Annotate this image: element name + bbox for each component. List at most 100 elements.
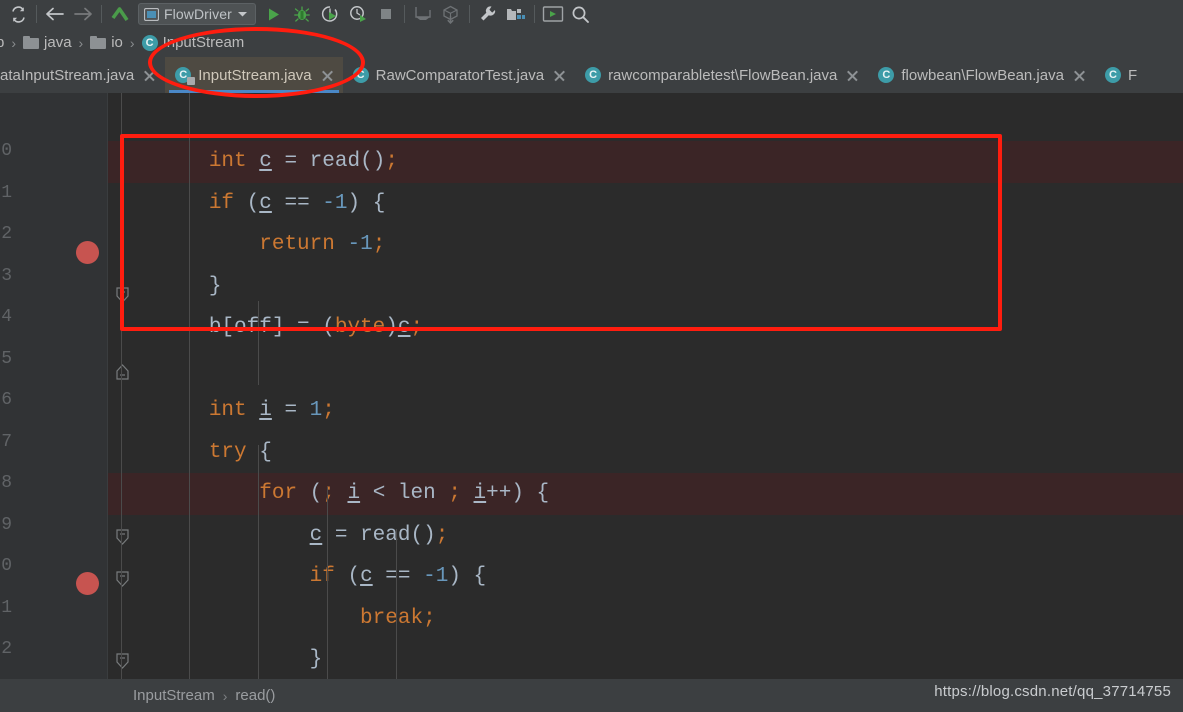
code-token: } — [108, 274, 222, 298]
breadcrumb-item-io[interactable]: io — [90, 34, 123, 51]
class-icon: C — [585, 67, 602, 83]
code-token: break — [360, 606, 424, 630]
close-icon[interactable] — [321, 69, 334, 82]
close-icon[interactable] — [143, 69, 156, 82]
tab-label: InputStream.java — [198, 66, 312, 84]
breadcrumb-separator: › — [78, 34, 84, 51]
back-arrow-icon[interactable] — [41, 2, 69, 26]
terminal-icon[interactable] — [539, 2, 567, 26]
code-token: if — [208, 191, 235, 215]
indent-guide — [189, 93, 190, 679]
code-line[interactable]: } — [108, 266, 1183, 308]
code-token: b[off] = ( — [108, 316, 335, 339]
code-token: = — [271, 399, 310, 422]
code-token: { — [246, 440, 272, 464]
code-token: byte — [334, 316, 386, 339]
tab-rawcomparabletest-flowbean[interactable]: C rawcomparabletest\FlowBean.java — [575, 57, 868, 93]
code-token: ; — [372, 233, 386, 256]
bottom-breadcrumb-class[interactable]: InputStream — [133, 687, 215, 704]
breakpoint-marker[interactable] — [76, 241, 99, 264]
code-line[interactable]: int i = 1; — [108, 390, 1183, 432]
run-config-icon — [144, 7, 159, 21]
run-icon[interactable] — [260, 2, 288, 26]
toolbar-separator — [36, 5, 37, 23]
code-line[interactable]: } — [108, 639, 1183, 679]
tab-label: RawComparatorTest.java — [375, 66, 545, 84]
code-line[interactable]: b[off] = (byte)c; — [108, 307, 1183, 349]
bottom-breadcrumb-method[interactable]: read() — [235, 687, 275, 704]
run-coverage-icon[interactable] — [316, 2, 344, 26]
code-token: ) — [385, 316, 398, 339]
line-number: 3 — [1, 265, 12, 286]
stop-icon[interactable] — [372, 2, 400, 26]
class-library-icon: C — [175, 67, 196, 85]
tab-flowbean-flowbean[interactable]: C flowbean\FlowBean.java — [868, 57, 1095, 93]
code-token: read — [360, 523, 411, 547]
breakpoint-marker[interactable] — [76, 572, 99, 595]
code-token: == — [271, 191, 323, 215]
tab-label: ataInputStream.java — [0, 66, 135, 84]
debug-icon[interactable] — [288, 2, 316, 26]
breadcrumb-separator: › — [11, 34, 17, 51]
code-line[interactable]: try { — [108, 432, 1183, 474]
code-editor[interactable]: 01234567890123 int c = read(); if (c == … — [0, 93, 1183, 679]
close-icon[interactable] — [1073, 69, 1086, 82]
code-token: () — [410, 523, 436, 547]
code-line[interactable]: int c = read(); — [108, 141, 1183, 183]
project-structure-icon[interactable] — [502, 2, 530, 26]
watermark-url: https://blog.csdn.net/qq_37714755 — [934, 683, 1171, 700]
code-token: c — [309, 523, 323, 547]
last-edit-location-icon[interactable] — [106, 2, 134, 26]
toolbar-separator — [533, 5, 535, 23]
line-number: 4 — [1, 307, 12, 327]
toolbar-separator — [403, 5, 405, 23]
tab-datainputstream[interactable]: ataInputStream.java — [0, 57, 165, 93]
editor-tab-bar: ataInputStream.java C InputStream.java C… — [0, 57, 1183, 93]
indent-guide — [121, 93, 122, 679]
code-token: ; — [410, 316, 424, 339]
search-everywhere-icon[interactable] — [567, 2, 595, 26]
code-token: ; — [385, 150, 398, 173]
tab-overflow[interactable]: C F — [1095, 57, 1146, 93]
breadcrumb-item-java[interactable]: java — [23, 34, 72, 51]
breadcrumb-item-p[interactable]: p — [0, 34, 4, 51]
breadcrumb-item-inputstream[interactable]: C InputStream — [141, 34, 244, 51]
sync-icon[interactable] — [4, 2, 32, 26]
toolbar-separator — [468, 5, 470, 23]
tab-label: flowbean\FlowBean.java — [901, 66, 1064, 84]
update-app-icon[interactable] — [409, 2, 437, 26]
code-line[interactable]: break; — [108, 598, 1183, 640]
profile-icon[interactable] — [344, 2, 372, 26]
tab-inputstream[interactable]: C InputStream.java — [165, 57, 343, 93]
indent-guide — [396, 529, 397, 679]
code-line[interactable]: if (c == -1) { — [108, 183, 1183, 225]
code-line[interactable]: if (c == -1) { — [108, 556, 1183, 598]
bottom-breadcrumb-separator: › — [222, 687, 228, 704]
line-number: 1 — [1, 597, 12, 618]
build-artifact-icon[interactable] — [437, 2, 465, 26]
idea-window: FlowDriver p › java › io › C InputStream… — [0, 0, 1183, 712]
close-icon[interactable] — [553, 69, 566, 82]
code-line[interactable]: c = read(); — [108, 515, 1183, 557]
close-icon[interactable] — [846, 69, 859, 82]
code-token: 1 — [309, 399, 323, 422]
line-number: 6 — [1, 390, 12, 410]
code-token: c — [259, 191, 272, 215]
line-number: 2 — [1, 639, 12, 659]
breadcrumb-label: io — [111, 34, 123, 51]
tab-label: F — [1127, 66, 1138, 84]
code-line[interactable] — [108, 349, 1183, 391]
settings-wrench-icon[interactable] — [474, 2, 502, 26]
code-line[interactable]: for (; i < len ; i++) { — [108, 473, 1183, 515]
run-configuration-selector[interactable]: FlowDriver — [138, 3, 256, 25]
code-line[interactable]: return -1; — [108, 224, 1183, 266]
run-config-label: FlowDriver — [164, 6, 232, 22]
code-text-area[interactable]: int c = read(); if (c == -1) { return -1… — [108, 93, 1183, 679]
tab-rawcomparatortest[interactable]: C RawComparatorTest.java — [343, 57, 575, 93]
forward-arrow-icon[interactable] — [69, 2, 97, 26]
line-number: 1 — [1, 182, 12, 203]
